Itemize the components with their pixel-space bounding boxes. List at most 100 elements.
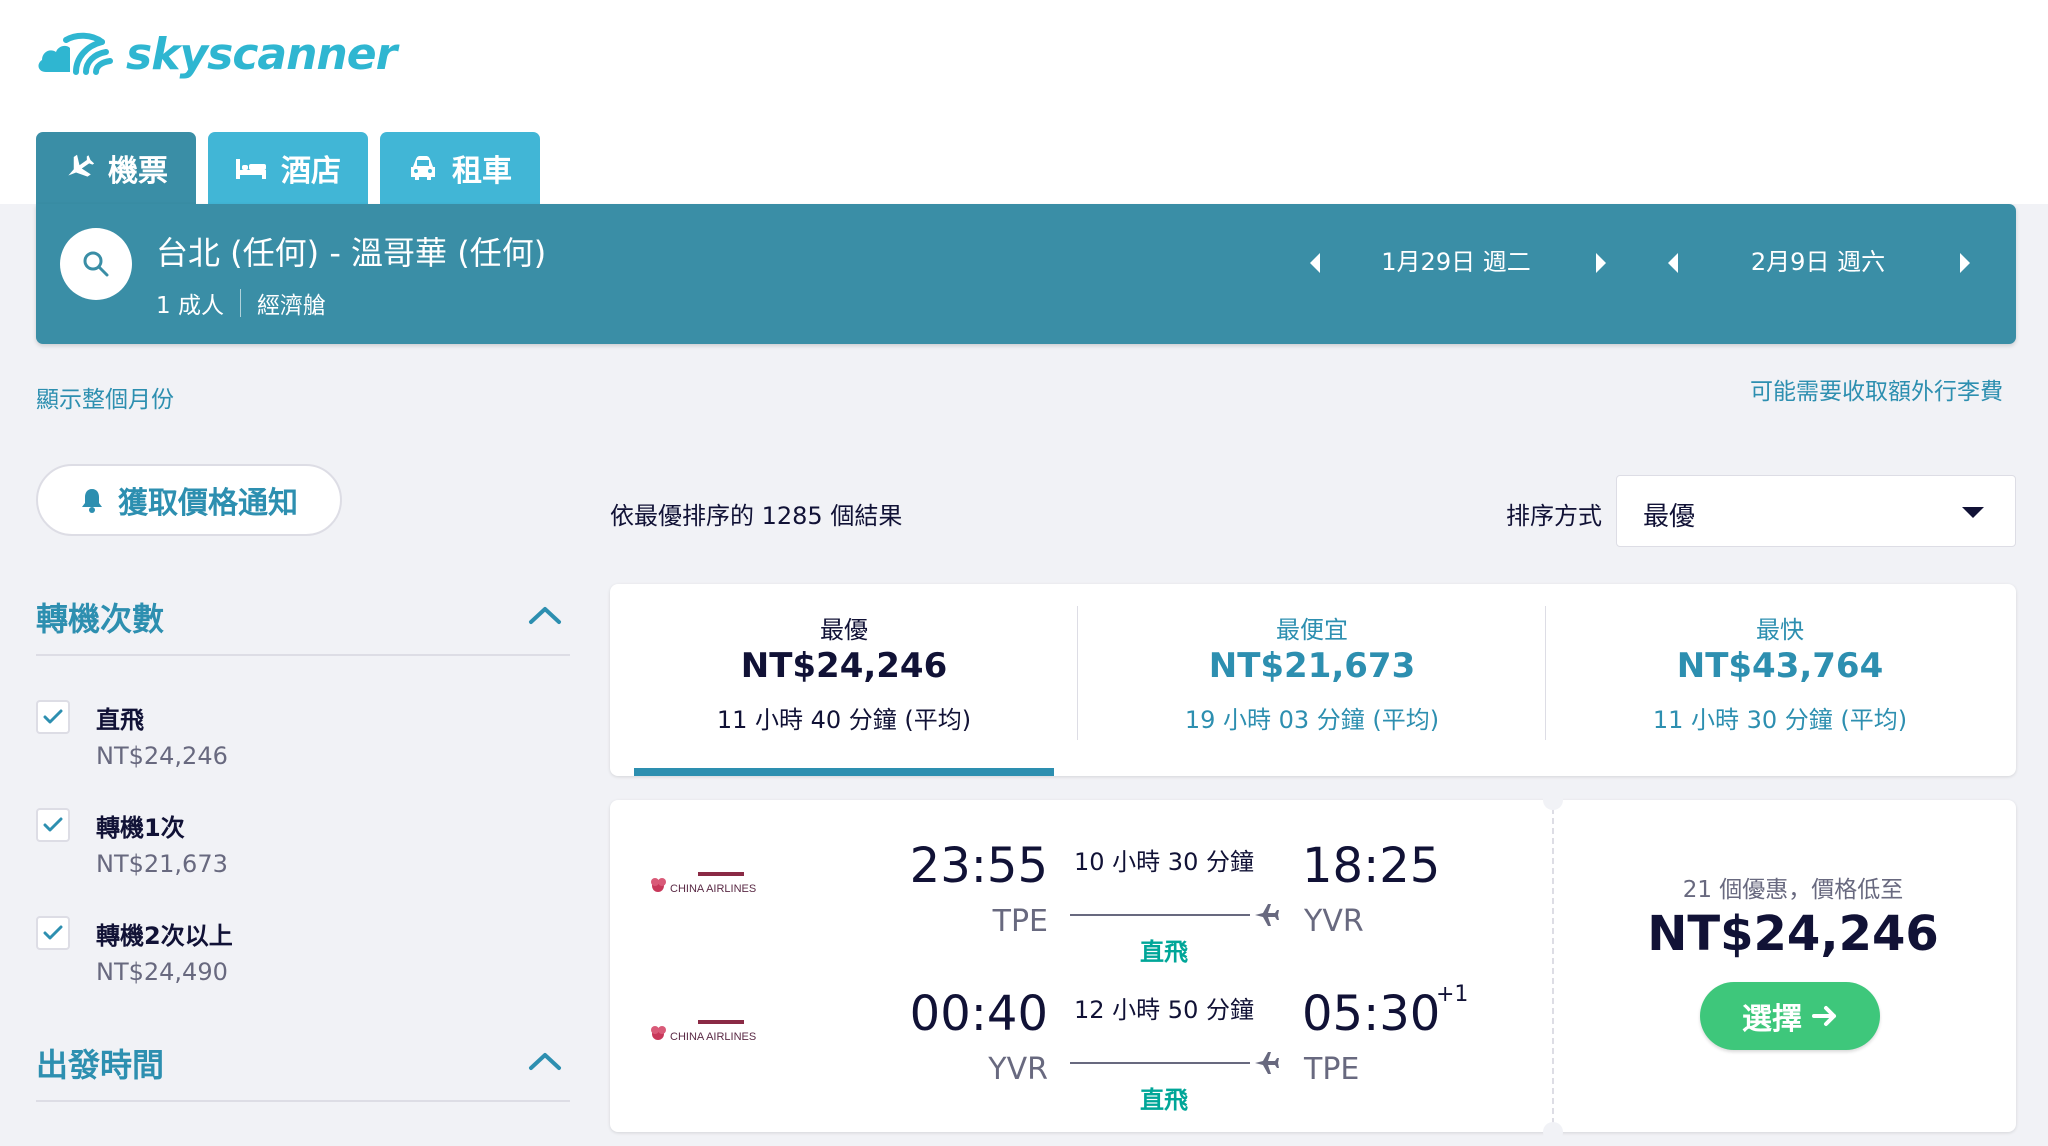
- departure-time-filter-title: 出發時間: [36, 1046, 165, 1084]
- summary-label: 最快: [1756, 616, 1804, 644]
- stops-option-price: NT$24,246: [96, 742, 228, 770]
- depart-date[interactable]: 1月29日 週二: [1346, 242, 1566, 277]
- stops-option-label: 轉機2次以上: [96, 922, 233, 950]
- depart-airport: YVR: [988, 1052, 1048, 1087]
- depart-airport: TPE: [992, 904, 1048, 939]
- leg-duration: 12 小時 50 分鐘: [1074, 996, 1254, 1024]
- select-button[interactable]: 選擇: [1700, 982, 1880, 1050]
- return-date-prev-button[interactable]: [1660, 246, 1686, 280]
- tab-car-hire[interactable]: 租車: [380, 132, 540, 204]
- search-summary-bar[interactable]: 台北 (任何) - 溫哥華 (任何) 1 成人 經濟艙 1月29日 週二 2月9…: [36, 204, 2016, 344]
- depart-date-prev-button[interactable]: [1302, 246, 1328, 280]
- bell-icon: [82, 489, 102, 513]
- flight-price: NT$24,246: [1647, 906, 1939, 962]
- stops-option-price: NT$21,673: [96, 850, 228, 878]
- summary-tab-fastest[interactable]: 最快 NT$43,764 11 小時 30 分鐘 (平均): [1546, 584, 2014, 776]
- departure-time-filter-header[interactable]: 出發時間: [36, 1040, 570, 1102]
- return-date-next-button[interactable]: [1952, 246, 1978, 280]
- show-whole-month-link[interactable]: 顯示整個月份: [36, 380, 174, 414]
- summary-tab-cheapest[interactable]: 最便宜 NT$21,673 19 小時 03 分鐘 (平均): [1078, 584, 1546, 776]
- leg-stops: 直飛: [1140, 938, 1188, 966]
- caret-right-icon: [1596, 253, 1606, 273]
- check-icon: [43, 925, 63, 940]
- summary-price: NT$21,673: [1208, 646, 1416, 686]
- deals-text: 21 個優惠，價格低至: [1682, 877, 1904, 903]
- price-alert-label: 獲取價格通知: [118, 486, 298, 521]
- bed-icon: [236, 159, 266, 179]
- arrive-airport: TPE: [1304, 1052, 1360, 1087]
- stops-option-price: NT$24,490: [96, 958, 228, 986]
- skyscanner-logo[interactable]: skyscanner: [36, 24, 397, 84]
- outbound-leg: CHINA AIRLINES 23:55 TPE 10 小時 30 分鐘 直飛 …: [610, 820, 1550, 970]
- leg-stops: 直飛: [1140, 1086, 1188, 1114]
- summary-tab-best[interactable]: 最優 NT$24,246 11 小時 40 分鐘 (平均): [610, 584, 1078, 776]
- route-line: [1070, 914, 1250, 916]
- tab-hotels-label: 酒店: [281, 154, 341, 189]
- return-leg: CHINA AIRLINES 00:40 YVR 12 小時 50 分鐘 直飛 …: [610, 968, 1550, 1118]
- day-offset: +1: [1436, 982, 1469, 1007]
- depart-date-next-button[interactable]: [1588, 246, 1614, 280]
- tab-flights-label: 機票: [108, 154, 168, 189]
- plane-icon: [68, 154, 94, 177]
- tab-hotels[interactable]: 酒店: [208, 132, 368, 204]
- arrive-airport: YVR: [1304, 904, 1364, 939]
- china-airlines-logo-icon: CHINA AIRLINES: [651, 1020, 756, 1043]
- depart-time: 23:55: [909, 838, 1048, 894]
- dropdown-arrow-icon: [1962, 507, 1984, 518]
- summary-price: NT$24,246: [740, 646, 948, 686]
- search-icon: [83, 251, 109, 277]
- arrive-time: 18:25: [1302, 838, 1441, 894]
- route-line: [1070, 1062, 1250, 1064]
- meta-divider: [239, 289, 241, 317]
- caret-left-icon: [1310, 253, 1320, 273]
- summary-price: NT$43,764: [1676, 646, 1884, 686]
- route-title: 台北 (任何) - 溫哥華 (任何): [156, 234, 547, 272]
- chevron-up-icon: [529, 1053, 561, 1070]
- flight-result-card[interactable]: CHINA AIRLINES 23:55 TPE 10 小時 30 分鐘 直飛 …: [610, 790, 2016, 1142]
- selected-tab-indicator: [634, 768, 1054, 776]
- sort-select[interactable]: 最優: [1616, 475, 2016, 547]
- china-airlines-logo-icon: CHINA AIRLINES: [651, 872, 756, 895]
- plane-icon: [1255, 904, 1279, 926]
- leg-duration: 10 小時 30 分鐘: [1074, 848, 1254, 876]
- summary-duration: 11 小時 30 分鐘 (平均): [1652, 706, 1908, 734]
- cloud-logo-icon: [38, 32, 113, 75]
- car-icon: [411, 156, 435, 180]
- depart-time: 00:40: [909, 986, 1048, 1042]
- airline-name: CHINA AIRLINES: [670, 883, 756, 895]
- tab-flights[interactable]: 機票: [36, 132, 196, 204]
- top-header: skyscanner 機票 酒店 租車: [0, 0, 2048, 204]
- stops-option-label: 轉機1次: [96, 814, 185, 842]
- results-count: 依最優排序的 1285 個結果: [610, 502, 903, 530]
- checkbox[interactable]: [36, 700, 70, 734]
- stops-option-label: 直飛: [96, 706, 144, 734]
- price-alert-button[interactable]: 獲取價格通知: [36, 464, 342, 536]
- edit-search-button[interactable]: [60, 228, 132, 300]
- ticket-notch: [1543, 1122, 1563, 1142]
- passengers-text: 1 成人: [156, 293, 224, 319]
- caret-right-icon: [1960, 253, 1970, 273]
- return-date[interactable]: 2月9日 週六: [1708, 242, 1928, 277]
- arrive-time: 05:30: [1302, 986, 1441, 1042]
- summary-label: 最優: [820, 616, 868, 644]
- summary-label: 最便宜: [1276, 616, 1348, 644]
- checkbox[interactable]: [36, 916, 70, 950]
- ticket-notch: [1543, 790, 1563, 810]
- sort-select-value: 最優: [1643, 502, 1696, 532]
- caret-left-icon: [1668, 253, 1678, 273]
- baggage-fee-link[interactable]: 可能需要收取額外行李費: [1750, 372, 2003, 406]
- chevron-up-icon: [529, 607, 561, 624]
- check-icon: [43, 817, 63, 832]
- tab-car-hire-label: 租車: [452, 154, 512, 189]
- ticket-divider: [1552, 808, 1554, 1124]
- arrow-right-icon: [1812, 1006, 1836, 1026]
- search-meta: 1 成人 經濟艙: [156, 286, 326, 320]
- airline-name: CHINA AIRLINES: [670, 1031, 756, 1043]
- cabin-text: 經濟艙: [256, 293, 326, 319]
- stops-filter-header[interactable]: 轉機次數: [36, 594, 570, 656]
- select-button-label: 選擇: [1742, 1002, 1802, 1037]
- check-icon: [43, 709, 63, 724]
- plane-icon: [1255, 1052, 1279, 1074]
- logo-text: skyscanner: [126, 28, 397, 80]
- checkbox[interactable]: [36, 808, 70, 842]
